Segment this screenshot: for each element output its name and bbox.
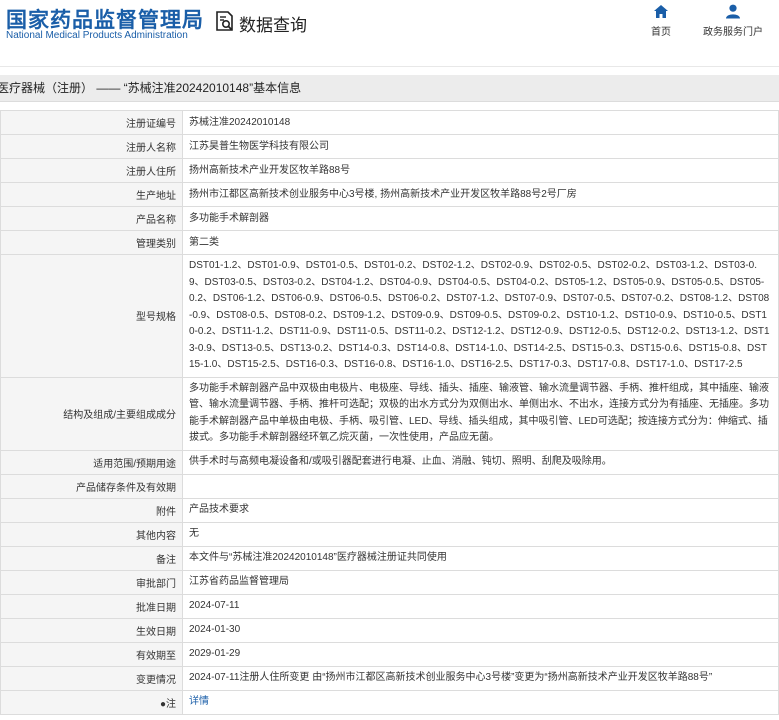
row-label: 批准日期 <box>0 593 183 619</box>
breadcrumb: 医疗器械（注册） —— “苏械注准20242010148”基本信息 <box>0 81 302 95</box>
table-row: 其他内容 无 <box>0 521 779 547</box>
site-logo-subtitle: National Medical Products Administration <box>6 30 188 41</box>
nav-home-label: 首页 <box>651 27 671 38</box>
table-row: 生产地址 扬州市江都区高新技术创业服务中心3号楼, 扬州高新技术产业开发区牧羊路… <box>0 182 779 207</box>
row-value: 江苏昊普生物医学科技有限公司 <box>182 134 779 159</box>
table-row: 产品储存条件及有效期 <box>0 473 779 499</box>
table-row: 产品名称 多功能手术解剖器 <box>0 206 779 231</box>
table-row: 生效日期 2024-01-30 <box>0 617 779 643</box>
row-value: 扬州市江都区高新技术创业服务中心3号楼, 扬州高新技术产业开发区牧羊路88号2号… <box>182 182 779 207</box>
row-value: 2024-01-30 <box>182 617 779 643</box>
data-query-heading: 数据查询 <box>214 10 307 37</box>
site-header: 国家药品监督管理局 National Medical Products Admi… <box>0 0 779 58</box>
row-value: 多功能手术解剖器产品中双极由电极片、电极座、导线、插头、插座、输液管、输水流量调… <box>182 376 779 451</box>
table-row: 注册人名称 江苏昊普生物医学科技有限公司 <box>0 134 779 159</box>
row-label: 注册人住所 <box>0 158 183 183</box>
table-row: 备注 本文件与“苏械注准20242010148”医疗器械注册证共同使用 <box>0 545 779 571</box>
table-row: 附件 产品技术要求 <box>0 497 779 523</box>
page-title: 医疗器械（注册） —— “苏械注准20242010148”基本信息 <box>0 75 779 102</box>
row-value: 2029-01-29 <box>182 641 779 667</box>
row-value: 2024-07-11注册人住所变更 由“扬州市江都区高新技术创业服务中心3号楼”… <box>182 665 779 691</box>
row-label: 注册人名称 <box>0 134 183 159</box>
table-row: 变更情况 2024-07-11注册人住所变更 由“扬州市江都区高新技术创业服务中… <box>0 665 779 691</box>
row-label: 型号规格 <box>0 254 183 378</box>
table-row: 审批部门 江苏省药品监督管理局 <box>0 569 779 595</box>
table-row: 型号规格 DST01-1.2、DST01-0.9、DST01-0.5、DST01… <box>0 254 779 378</box>
nav-service-portal[interactable]: 政务服务门户 <box>701 4 765 38</box>
data-query-label: 数据查询 <box>239 16 307 36</box>
row-label: 审批部门 <box>0 569 183 595</box>
table-row: 注册证编号 苏械注准20242010148 <box>0 110 779 135</box>
nav-home[interactable]: 首页 <box>649 4 673 38</box>
row-value: DST01-1.2、DST01-0.9、DST01-0.5、DST01-0.2、… <box>182 254 779 378</box>
user-icon <box>726 4 740 19</box>
row-value: 供手术时与高频电凝设备和/或吸引器配套进行电凝、止血、消融、钝切、照明、刮爬及吸… <box>182 449 779 475</box>
row-label: 变更情况 <box>0 665 183 691</box>
row-value: 扬州高新技术产业开发区牧羊路88号 <box>182 158 779 183</box>
row-label: ●注 <box>0 689 183 715</box>
row-value: 江苏省药品监督管理局 <box>182 569 779 595</box>
row-label: 有效期至 <box>0 641 183 667</box>
row-value: 多功能手术解剖器 <box>182 206 779 231</box>
row-label: 备注 <box>0 545 183 571</box>
row-label: 注册证编号 <box>0 110 183 135</box>
table-row: 批准日期 2024-07-11 <box>0 593 779 619</box>
row-label: 产品储存条件及有效期 <box>0 473 183 499</box>
table-row: 管理类别 第二类 <box>0 230 779 255</box>
row-value <box>182 473 779 499</box>
row-value: 2024-07-11 <box>182 593 779 619</box>
details-link[interactable]: 详情 <box>189 696 209 707</box>
table-row: 适用范围/预期用途 供手术时与高频电凝设备和/或吸引器配套进行电凝、止血、消融、… <box>0 449 779 475</box>
row-value: 产品技术要求 <box>182 497 779 523</box>
registration-info-table: 注册证编号 苏械注准20242010148 注册人名称 江苏昊普生物医学科技有限… <box>0 110 779 715</box>
table-row: 注册人住所 扬州高新技术产业开发区牧羊路88号 <box>0 158 779 183</box>
table-row: 结构及组成/主要组成成分 多功能手术解剖器产品中双极由电极片、电极座、导线、插头… <box>0 376 779 451</box>
table-row: 有效期至 2029-01-29 <box>0 641 779 667</box>
header-divider <box>0 66 779 67</box>
row-label: 其他内容 <box>0 521 183 547</box>
row-label: 生产地址 <box>0 182 183 207</box>
row-label: 结构及组成/主要组成成分 <box>0 376 183 451</box>
row-value: 详情 <box>182 689 779 715</box>
home-icon <box>654 5 668 18</box>
row-value: 本文件与“苏械注准20242010148”医疗器械注册证共同使用 <box>182 545 779 571</box>
nav-service-portal-label: 政务服务门户 <box>703 27 763 38</box>
row-label: 产品名称 <box>0 206 183 231</box>
table-row: ●注 详情 <box>0 689 779 715</box>
row-value: 无 <box>182 521 779 547</box>
row-label: 适用范围/预期用途 <box>0 449 183 475</box>
row-label: 生效日期 <box>0 617 183 643</box>
row-value: 苏械注准20242010148 <box>182 110 779 135</box>
row-label: 管理类别 <box>0 230 183 255</box>
row-value: 第二类 <box>182 230 779 255</box>
search-doc-icon <box>214 10 236 37</box>
row-label: 附件 <box>0 497 183 523</box>
